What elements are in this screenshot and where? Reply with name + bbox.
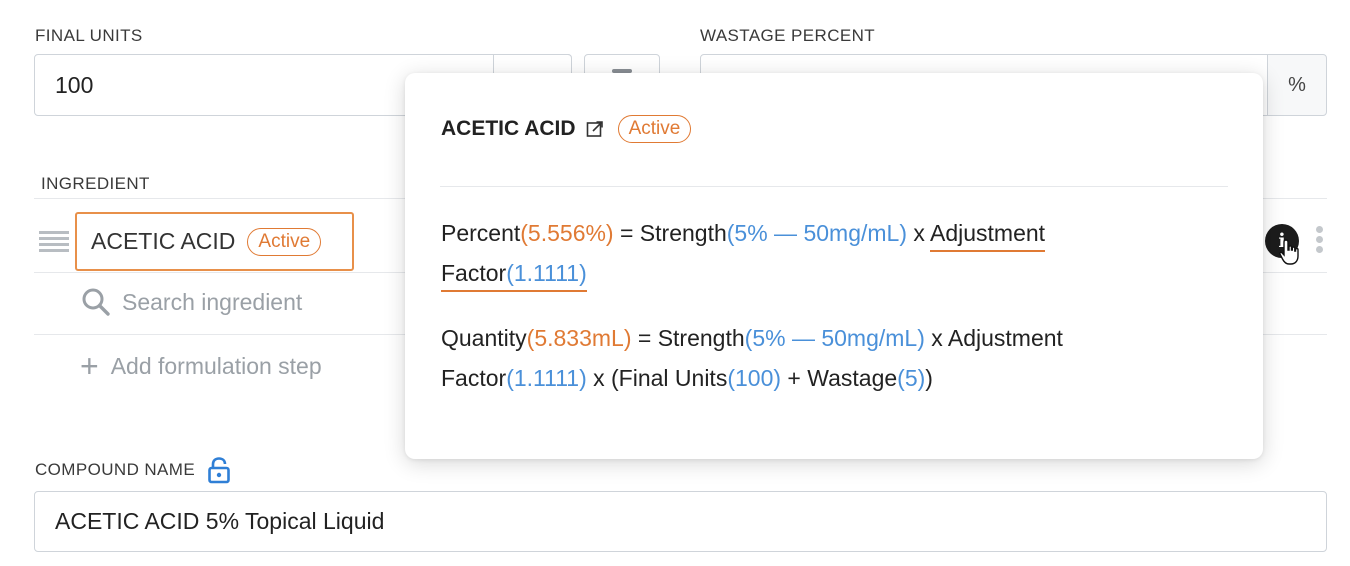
external-link-icon[interactable] <box>586 120 604 138</box>
wastage-value: (5) <box>897 365 926 391</box>
compound-name-input[interactable]: ACETIC ACID 5% Topical Liquid <box>34 491 1327 552</box>
adjustment-factor-value: (1.1111) <box>506 365 587 391</box>
wastage-percent-label: WASTAGE PERCENT <box>700 26 876 45</box>
hand-cursor-icon <box>1279 239 1299 265</box>
ingredient-chip[interactable]: ACETIC ACID Active <box>75 212 354 271</box>
add-formulation-step-button[interactable]: + Add formulation step <box>80 348 322 384</box>
plus-wastage: + Wastage <box>781 365 898 391</box>
popover-title: ACETIC ACID <box>441 117 576 140</box>
quantity-formula: Quantity(5.833mL) = Strength(5% — 50mg/m… <box>441 318 1201 398</box>
kebab-menu-icon[interactable] <box>1316 226 1326 256</box>
ingredient-name: ACETIC ACID <box>91 228 236 254</box>
search-ingredient-input[interactable]: Search ingredient <box>80 286 302 318</box>
unlock-icon[interactable] <box>207 456 231 484</box>
times-final-units: x (Final Units <box>586 365 728 391</box>
compound-name-label-row: COMPOUND NAME <box>35 456 231 484</box>
status-badge: Active <box>247 227 322 256</box>
quantity-value: (5.833mL) <box>526 325 632 351</box>
percent-formula: Percent(5.556%) = Strength(5% — 50mg/mL)… <box>441 213 1201 293</box>
popover-header: ACETIC ACID Active <box>441 115 692 143</box>
percent-value: (5.556%) <box>520 220 614 246</box>
equals-strength: = Strength <box>631 325 745 351</box>
add-step-label: Add formulation step <box>110 352 322 379</box>
factor-term: Factor(1.1111) <box>441 260 587 292</box>
drag-handle-icon[interactable] <box>39 231 69 253</box>
adjustment-factor-value: (1.1111) <box>506 260 587 286</box>
search-icon <box>82 288 110 316</box>
ingredient-info-popover: ACETIC ACID Active Percent(5.556%) = Str… <box>405 73 1263 459</box>
percent-label: Percent <box>441 220 521 246</box>
percent-suffix: % <box>1267 54 1327 116</box>
adjustment-label: Adjustment <box>930 220 1046 252</box>
search-placeholder: Search ingredient <box>122 288 303 315</box>
quantity-label: Quantity <box>441 325 527 351</box>
factor-label: Factor <box>441 260 507 286</box>
equals-strength: = Strength <box>613 220 727 246</box>
plus-icon: + <box>80 348 99 384</box>
final-units-value: (100) <box>727 365 782 391</box>
final-units-label: FINAL UNITS <box>35 26 143 45</box>
close-paren: ) <box>925 365 933 391</box>
formulation-form: FINAL UNITS 100 WASTAGE PERCENT % INGRED… <box>0 0 1350 566</box>
popover-status-badge: Active <box>617 115 692 143</box>
times-sign: x <box>906 220 930 246</box>
strength-value: (5% — 50mg/mL) <box>744 325 925 351</box>
popover-divider <box>440 186 1228 187</box>
ingredient-column-header: INGREDIENT <box>41 174 150 193</box>
strength-value: (5% — 50mg/mL) <box>726 220 907 246</box>
compound-name-label: COMPOUND NAME <box>35 460 196 479</box>
